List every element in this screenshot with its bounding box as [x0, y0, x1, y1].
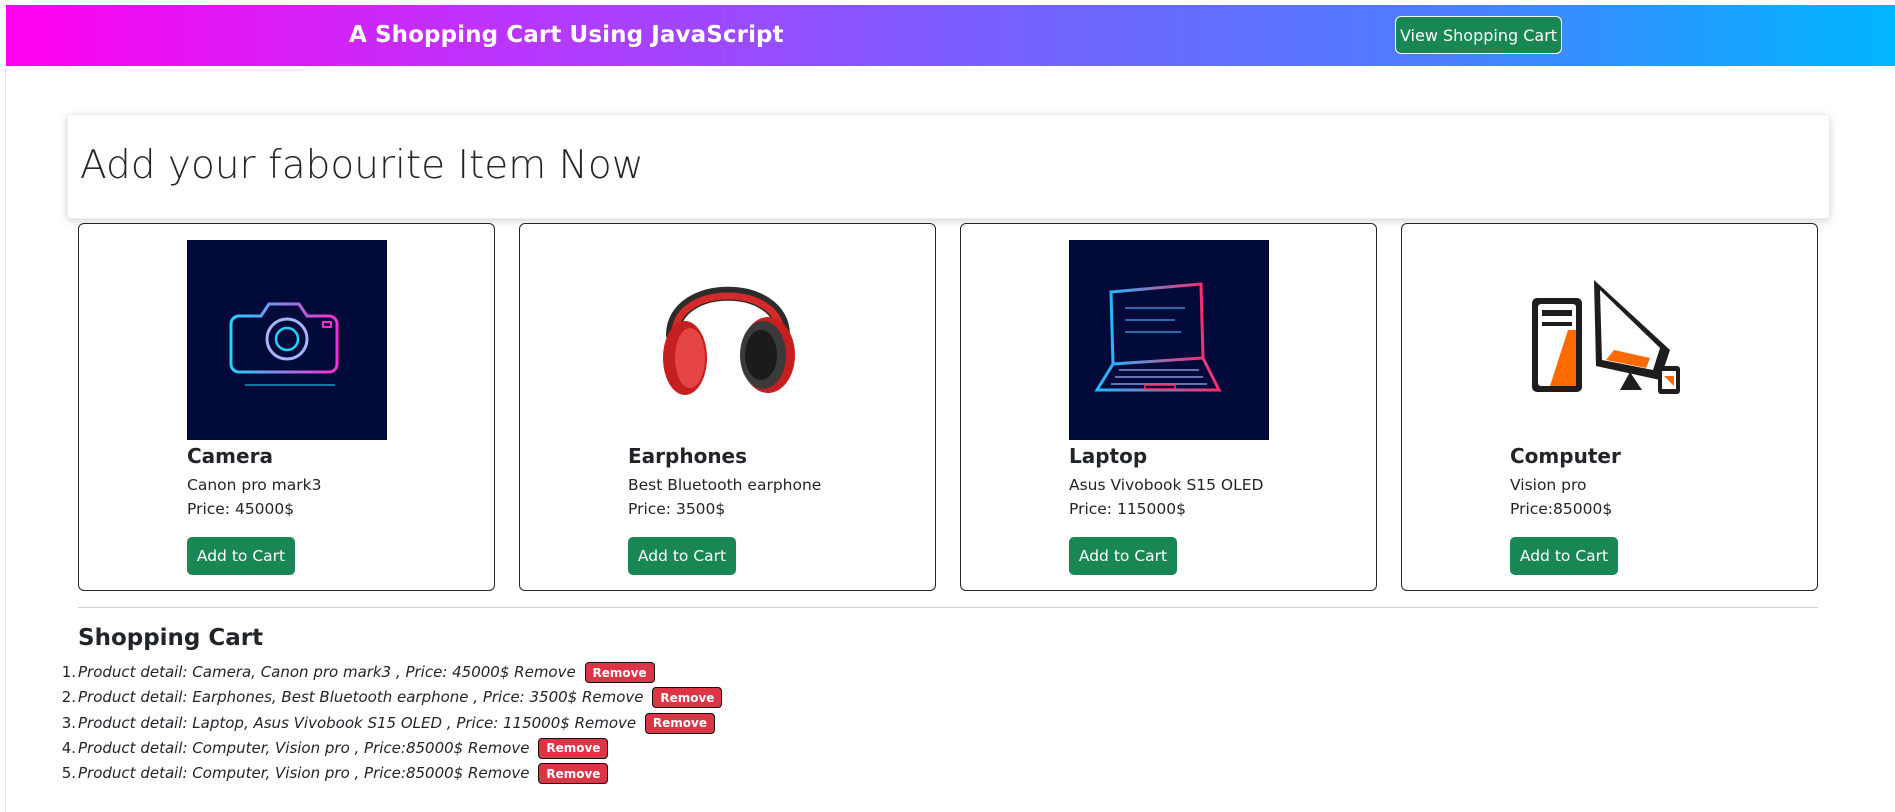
product-description: Vision pro: [1510, 476, 1587, 494]
product-grid: Camera Canon pro mark3 Price: 45000$ Add…: [78, 223, 1818, 591]
page: A Shopping Cart Using JavaScript View Sh…: [0, 0, 1895, 812]
product-card-earphones: Earphones Best Bluetooth earphone Price:…: [519, 223, 936, 591]
cart-item-list: 1. Product detail: Camera, Canon pro mar…: [62, 660, 978, 786]
product-price: Price: 115000$: [1069, 500, 1186, 518]
product-title: Earphones: [628, 444, 748, 468]
product-description: Canon pro mark3: [187, 476, 322, 494]
camera-neon-icon: [187, 240, 387, 440]
cart-item-number: 5.: [61, 764, 76, 783]
headphones-icon: [628, 240, 828, 440]
product-title: Computer: [1510, 444, 1621, 468]
product-description: Best Bluetooth earphone: [628, 476, 822, 494]
laptop-neon-icon: [1069, 240, 1269, 440]
product-price: Price: 3500$: [628, 500, 726, 518]
view-shopping-cart-button[interactable]: View Shopping Cart: [1395, 16, 1562, 54]
product-price: Price:85000$: [1510, 500, 1613, 518]
cart-item-number: 2.: [61, 688, 76, 707]
section-divider: [78, 607, 1818, 608]
page-title: Add your fabourite Item Now: [80, 143, 644, 188]
product-title: Camera: [187, 444, 273, 468]
cart-item: 4. Product detail: Computer, Vision pro …: [62, 736, 978, 761]
cart-item: 3. Product detail: Laptop, Asus Vivobook…: [62, 711, 978, 736]
jumbotron: Add your fabourite Item Now: [67, 114, 1830, 219]
remove-button[interactable]: Remove: [538, 737, 609, 759]
shopping-cart-heading: Shopping Cart: [78, 625, 264, 651]
cart-item: 2. Product detail: Earphones, Best Bluet…: [62, 685, 978, 710]
navbar-brand: A Shopping Cart Using JavaScript: [349, 22, 784, 48]
product-title: Laptop: [1069, 444, 1148, 468]
page-left-border: [5, 66, 6, 812]
remove-button[interactable]: Remove: [652, 687, 723, 709]
cart-item: 5. Product detail: Computer, Vision pro …: [62, 761, 978, 786]
top-navbar: A Shopping Cart Using JavaScript View Sh…: [6, 5, 1895, 66]
cart-item-detail: Product detail: Earphones, Best Bluetoot…: [78, 688, 644, 707]
add-to-cart-button[interactable]: Add to Cart: [628, 537, 736, 575]
remove-button[interactable]: Remove: [584, 662, 655, 683]
cart-item: 1. Product detail: Camera, Canon pro mar…: [62, 660, 978, 685]
add-to-cart-button[interactable]: Add to Cart: [187, 537, 295, 575]
desktop-computer-icon: [1510, 240, 1710, 440]
cart-item-number: 1.: [61, 663, 76, 681]
cart-item-detail: Product detail: Computer, Vision pro , P…: [78, 738, 530, 757]
cart-item-detail: Product detail: Laptop, Asus Vivobook S1…: [78, 713, 637, 732]
cart-item-number: 4.: [61, 738, 76, 757]
cart-item-number: 3.: [61, 713, 76, 732]
product-card-camera: Camera Canon pro mark3 Price: 45000$ Add…: [78, 223, 495, 591]
product-description: Asus Vivobook S15 OLED: [1069, 476, 1264, 494]
product-card-laptop: Laptop Asus Vivobook S15 OLED Price: 115…: [960, 223, 1377, 591]
cart-item-detail: Product detail: Camera, Canon pro mark3 …: [78, 663, 576, 681]
remove-button[interactable]: Remove: [644, 712, 716, 734]
product-card-computer: Computer Vision pro Price:85000$ Add to …: [1401, 223, 1818, 591]
product-price: Price: 45000$: [187, 500, 295, 518]
cart-item-detail: Product detail: Computer, Vision pro , P…: [78, 764, 530, 783]
add-to-cart-button[interactable]: Add to Cart: [1069, 537, 1177, 575]
add-to-cart-button[interactable]: Add to Cart: [1510, 537, 1618, 575]
remove-button[interactable]: Remove: [538, 763, 609, 785]
